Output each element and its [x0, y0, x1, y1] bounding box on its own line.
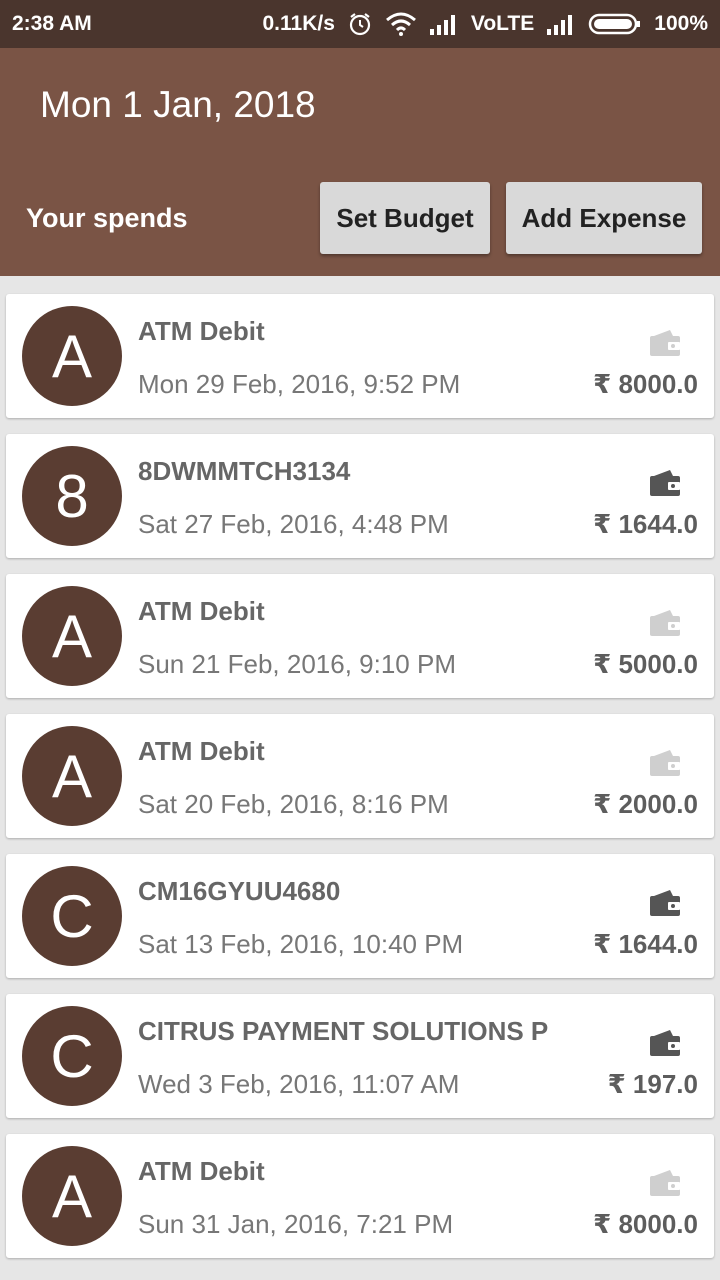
status-time: 2:38 AM	[12, 12, 92, 35]
expense-amount: ₹ 8000.0	[593, 1209, 698, 1239]
avatar: C	[22, 1006, 122, 1106]
expense-title: ATM Debit	[138, 596, 265, 626]
status-bar: 2:38 AM 0.11K/s VoLTE 100%	[0, 0, 720, 48]
status-icons: 0.11K/s VoLTE 100%	[262, 11, 708, 37]
wallet-icon[interactable]	[648, 1028, 682, 1058]
expense-amount: ₹ 2000.0	[593, 789, 698, 819]
list-item[interactable]: A ATM Debit Sat 20 Feb, 2016, 8:16 PM ₹ 200…	[6, 714, 714, 838]
list-item[interactable]: C CITRUS PAYMENT SOLUTIONS P Wed 3 Feb, 20…	[6, 994, 714, 1118]
signal-icon	[429, 13, 459, 35]
expense-amount: ₹ 5000.0	[593, 649, 698, 679]
expense-title: ATM Debit	[138, 1156, 265, 1186]
avatar: C	[22, 866, 122, 966]
battery-icon	[588, 12, 642, 36]
expense-amount: ₹ 1644.0	[593, 509, 698, 539]
expense-amount: ₹ 1644.0	[593, 929, 698, 959]
list-item[interactable]: A ATM Debit Sun 31 Jan, 2016, 7:21 PM ₹ 800…	[6, 1134, 714, 1258]
battery-percent: 100%	[654, 12, 708, 35]
network-speed: 0.11K/s	[262, 12, 335, 35]
expense-title: CM16GYUU4680	[138, 876, 341, 906]
expense-amount: ₹ 197.0	[607, 1069, 698, 1099]
expense-title: CITRUS PAYMENT SOLUTIONS P	[138, 1016, 549, 1046]
page-title: Mon 1 Jan, 2018	[40, 84, 316, 125]
expense-list[interactable]: A ATM Debit Mon 29 Feb, 2016, 9:52 PM ₹ 800…	[0, 276, 720, 1280]
expense-title: 8DWMMTCH3134	[138, 456, 351, 486]
alarm-icon	[347, 11, 373, 37]
add-expense-button[interactable]: Add Expense	[506, 182, 702, 254]
expense-datetime: Sat 13 Feb, 2016, 10:40 PM	[138, 929, 464, 959]
wallet-icon[interactable]	[648, 888, 682, 918]
app-header: Mon 1 Jan, 2018 Your spends Set Budget A…	[0, 48, 720, 276]
list-item[interactable]: A ATM Debit Sun 21 Feb, 2016, 9:10 PM ₹ 500…	[6, 574, 714, 698]
expense-datetime: Mon 29 Feb, 2016, 9:52 PM	[138, 369, 461, 399]
spends-label: Your spends	[26, 203, 188, 233]
expense-datetime: Sat 20 Feb, 2016, 8:16 PM	[138, 789, 449, 819]
list-item[interactable]: A ATM Debit Mon 29 Feb, 2016, 9:52 PM ₹ 800…	[6, 294, 714, 418]
list-item[interactable]: 8 8DWMMTCH3134 Sat 27 Feb, 2016, 4:48 PM ₹ …	[6, 434, 714, 558]
volte-label: VoLTE	[470, 12, 535, 35]
list-item[interactable]: C CM16GYUU4680 Sat 13 Feb, 2016, 10:40 PM ₹…	[6, 854, 714, 978]
expense-datetime: Wed 3 Feb, 2016, 11:07 AM	[138, 1069, 460, 1099]
avatar: A	[22, 586, 122, 686]
expense-amount: ₹ 8000.0	[593, 369, 698, 399]
avatar: A	[22, 306, 122, 406]
avatar: A	[22, 1146, 122, 1246]
expense-title: ATM Debit	[138, 736, 265, 766]
avatar: A	[22, 726, 122, 826]
wifi-icon	[385, 11, 417, 37]
set-budget-button[interactable]: Set Budget	[320, 182, 490, 254]
signal-icon-2	[546, 13, 576, 35]
wallet-icon[interactable]	[648, 608, 682, 638]
wallet-icon[interactable]	[648, 468, 682, 498]
wallet-icon[interactable]	[648, 748, 682, 778]
expense-datetime: Sun 21 Feb, 2016, 9:10 PM	[138, 649, 456, 679]
expense-datetime: Sat 27 Feb, 2016, 4:48 PM	[138, 509, 449, 539]
avatar: 8	[22, 446, 122, 546]
wallet-icon[interactable]	[648, 328, 682, 358]
expense-datetime: Sun 31 Jan, 2016, 7:21 PM	[138, 1209, 454, 1239]
wallet-icon[interactable]	[648, 1168, 682, 1198]
expense-title: ATM Debit	[138, 316, 265, 346]
